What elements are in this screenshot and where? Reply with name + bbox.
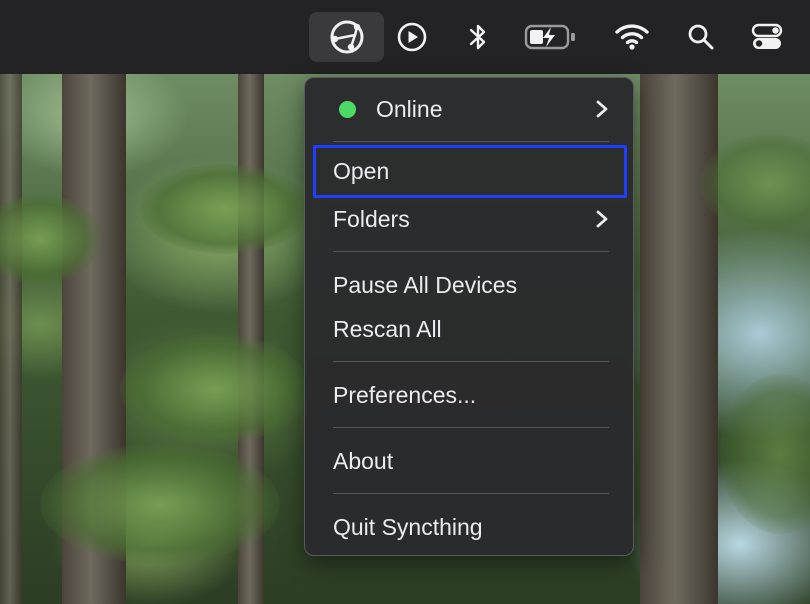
menu-divider bbox=[333, 493, 609, 494]
menu-item-rescan-all[interactable]: Rescan All bbox=[313, 309, 627, 349]
syncthing-menu: Online Open Folders Pause All Devices Re… bbox=[304, 77, 634, 556]
play-circle-icon bbox=[397, 22, 427, 52]
menu-item-quit-label: Quit Syncthing bbox=[333, 513, 483, 540]
control-center-icon bbox=[751, 23, 783, 49]
battery-status-item[interactable] bbox=[520, 12, 582, 62]
control-center-status-item[interactable] bbox=[744, 12, 790, 62]
chevron-right-icon bbox=[596, 100, 608, 118]
syncthing-icon bbox=[330, 20, 363, 54]
wifi-status-item[interactable] bbox=[610, 12, 654, 62]
menu-item-status[interactable]: Online bbox=[313, 89, 627, 129]
menu-item-folders-label: Folders bbox=[333, 205, 410, 232]
menu-item-about-label: About bbox=[333, 447, 394, 474]
foliage bbox=[120, 334, 310, 444]
menu-item-pause-all-devices[interactable]: Pause All Devices bbox=[313, 265, 627, 305]
menu-item-preferences[interactable]: Preferences... bbox=[313, 375, 627, 415]
foliage bbox=[40, 444, 280, 564]
menu-item-open-label: Open bbox=[333, 158, 390, 184]
menu-divider bbox=[333, 361, 609, 362]
chevron-right-icon bbox=[596, 210, 608, 228]
menu-divider bbox=[333, 427, 609, 428]
menu-bar bbox=[0, 0, 810, 74]
battery-charging-icon bbox=[524, 24, 575, 50]
tree-trunk bbox=[640, 74, 718, 604]
foliage bbox=[720, 374, 810, 534]
menu-item-open[interactable]: Open bbox=[313, 145, 627, 198]
spotlight-status-item[interactable] bbox=[680, 12, 722, 62]
menu-item-quit[interactable]: Quit Syncthing bbox=[313, 507, 627, 547]
media-status-item[interactable] bbox=[390, 12, 434, 62]
menu-divider bbox=[333, 251, 609, 252]
syncthing-status-item[interactable] bbox=[309, 12, 384, 62]
online-status-dot bbox=[339, 100, 356, 118]
wifi-icon bbox=[615, 24, 649, 50]
menu-item-rescan-all-label: Rescan All bbox=[333, 315, 442, 342]
foliage bbox=[140, 164, 310, 254]
menu-item-pause-all-label: Pause All Devices bbox=[333, 271, 518, 298]
tree-trunk bbox=[0, 74, 22, 604]
menu-item-folders[interactable]: Folders bbox=[313, 199, 627, 239]
menu-divider bbox=[333, 141, 609, 142]
search-icon bbox=[688, 24, 714, 50]
menu-item-status-label: Online bbox=[376, 95, 443, 122]
menu-item-about[interactable]: About bbox=[313, 441, 627, 481]
bluetooth-icon bbox=[469, 24, 486, 50]
menu-item-preferences-label: Preferences... bbox=[333, 381, 477, 408]
bluetooth-status-item[interactable] bbox=[458, 12, 498, 62]
